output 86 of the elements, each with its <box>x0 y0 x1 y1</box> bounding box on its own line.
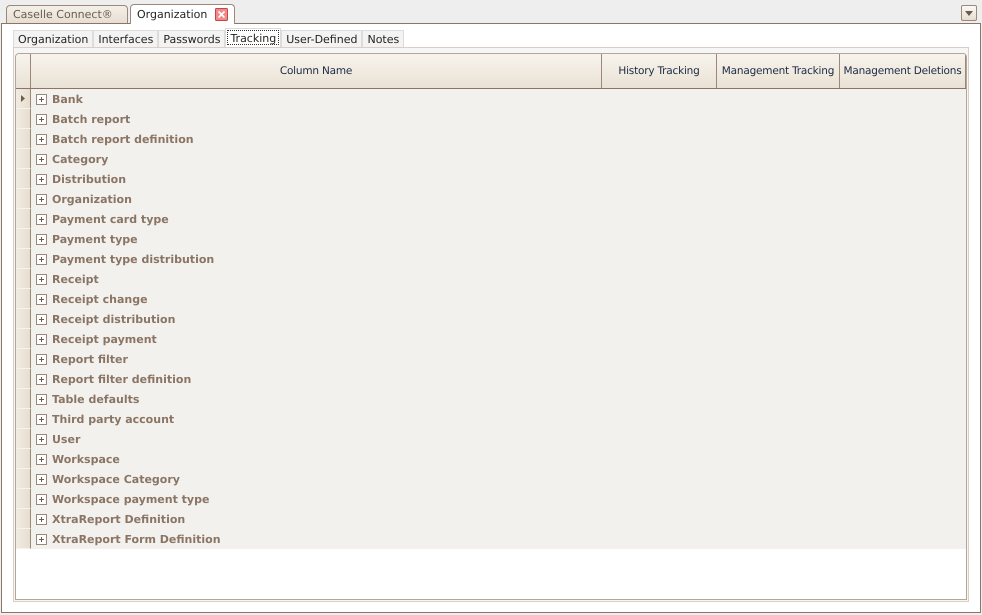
row-indicator[interactable] <box>16 509 31 529</box>
group-row-label: Organization <box>52 192 132 206</box>
row-indicator[interactable] <box>16 409 31 429</box>
expand-icon[interactable] <box>36 414 47 424</box>
document-tab[interactable]: Organization <box>130 4 236 24</box>
group-row-label: Receipt distribution <box>52 312 176 326</box>
current-row-icon <box>21 95 25 102</box>
row-indicator[interactable] <box>16 529 31 549</box>
expand-icon[interactable] <box>36 154 47 164</box>
group-row-label: Table defaults <box>52 392 140 406</box>
group-row-label: User <box>52 432 80 446</box>
expand-icon[interactable] <box>36 94 47 104</box>
tab[interactable]: Tracking <box>225 28 282 47</box>
row-indicator[interactable] <box>16 229 31 249</box>
group-row-label: Third party account <box>52 412 174 426</box>
row-indicator[interactable] <box>16 429 31 449</box>
tab[interactable]: Interfaces <box>93 30 158 47</box>
column-header[interactable]: Column Name <box>31 54 602 88</box>
expand-icon[interactable] <box>36 374 47 384</box>
expand-icon[interactable] <box>36 534 47 544</box>
tab[interactable]: Passwords <box>158 30 226 47</box>
tab[interactable]: Notes <box>362 30 404 47</box>
group-row-label: Batch report <box>52 112 130 126</box>
group-row-label: Report filter <box>52 352 128 366</box>
group-row-label: Workspace <box>52 452 120 466</box>
group-row-label: Distribution <box>52 172 126 186</box>
expand-icon[interactable] <box>36 114 47 124</box>
expand-icon[interactable] <box>36 254 47 264</box>
column-header[interactable]: History Tracking <box>602 54 717 88</box>
expand-icon[interactable] <box>36 454 47 464</box>
group-row-label: Bank <box>52 92 83 106</box>
expand-icon[interactable] <box>36 274 47 284</box>
row-indicator[interactable] <box>16 189 31 209</box>
expand-icon[interactable] <box>36 494 47 504</box>
row-indicator[interactable] <box>16 449 31 469</box>
row-indicator[interactable] <box>16 289 31 309</box>
group-row-label: Payment card type <box>52 212 169 226</box>
row-indicator[interactable] <box>16 489 31 509</box>
row-indicator[interactable] <box>16 89 31 109</box>
row-indicator[interactable] <box>16 309 31 329</box>
expand-icon[interactable] <box>36 394 47 404</box>
group-row-label: Payment type <box>52 232 138 246</box>
column-header[interactable]: Management Deletions <box>840 54 966 88</box>
expand-icon[interactable] <box>36 134 47 144</box>
row-indicator[interactable] <box>16 269 31 289</box>
expand-icon[interactable] <box>36 174 47 184</box>
tab[interactable]: User-Defined <box>281 30 362 47</box>
document-tab[interactable]: Caselle Connect® <box>6 5 128 23</box>
row-indicator[interactable] <box>16 149 31 169</box>
row-indicator[interactable] <box>16 469 31 489</box>
expand-icon[interactable] <box>36 514 47 524</box>
expand-icon[interactable] <box>36 334 47 344</box>
group-row-label: Report filter definition <box>52 372 192 386</box>
row-indicator[interactable] <box>16 349 31 369</box>
dropdown-button[interactable] <box>961 5 977 21</box>
group-row-label: Payment type distribution <box>52 252 214 266</box>
group-row-label: Workspace Category <box>52 472 180 486</box>
expand-icon[interactable] <box>36 314 47 324</box>
group-row-label: Receipt change <box>52 292 148 306</box>
expand-icon[interactable] <box>36 354 47 364</box>
row-indicator[interactable] <box>16 129 31 149</box>
row-indicator[interactable] <box>16 369 31 389</box>
row-indicator[interactable] <box>16 169 31 189</box>
column-header[interactable]: Management Tracking <box>717 54 840 88</box>
expand-icon[interactable] <box>36 294 47 304</box>
row-header-corner <box>16 54 31 88</box>
group-row-label: Category <box>52 152 108 166</box>
group-row-label: XtraReport Definition <box>52 512 186 526</box>
group-row-label: XtraReport Form Definition <box>52 532 221 546</box>
group-row-label: Receipt payment <box>52 332 157 346</box>
row-indicator[interactable] <box>16 109 31 129</box>
caret-icon <box>965 10 973 16</box>
row-indicator[interactable] <box>16 329 31 349</box>
row-indicator[interactable] <box>16 209 31 229</box>
group-row-label: Receipt <box>52 272 99 286</box>
close-icon[interactable] <box>215 8 228 21</box>
expand-icon[interactable] <box>36 474 47 484</box>
expand-icon[interactable] <box>36 434 47 444</box>
expand-icon[interactable] <box>36 214 47 224</box>
group-row-label: Batch report definition <box>52 132 194 146</box>
expand-icon[interactable] <box>36 194 47 204</box>
expand-icon[interactable] <box>36 234 47 244</box>
row-indicator[interactable] <box>16 389 31 409</box>
group-row-label: Workspace payment type <box>52 492 210 506</box>
row-indicator[interactable] <box>16 249 31 269</box>
tab[interactable]: Organization <box>13 30 94 47</box>
